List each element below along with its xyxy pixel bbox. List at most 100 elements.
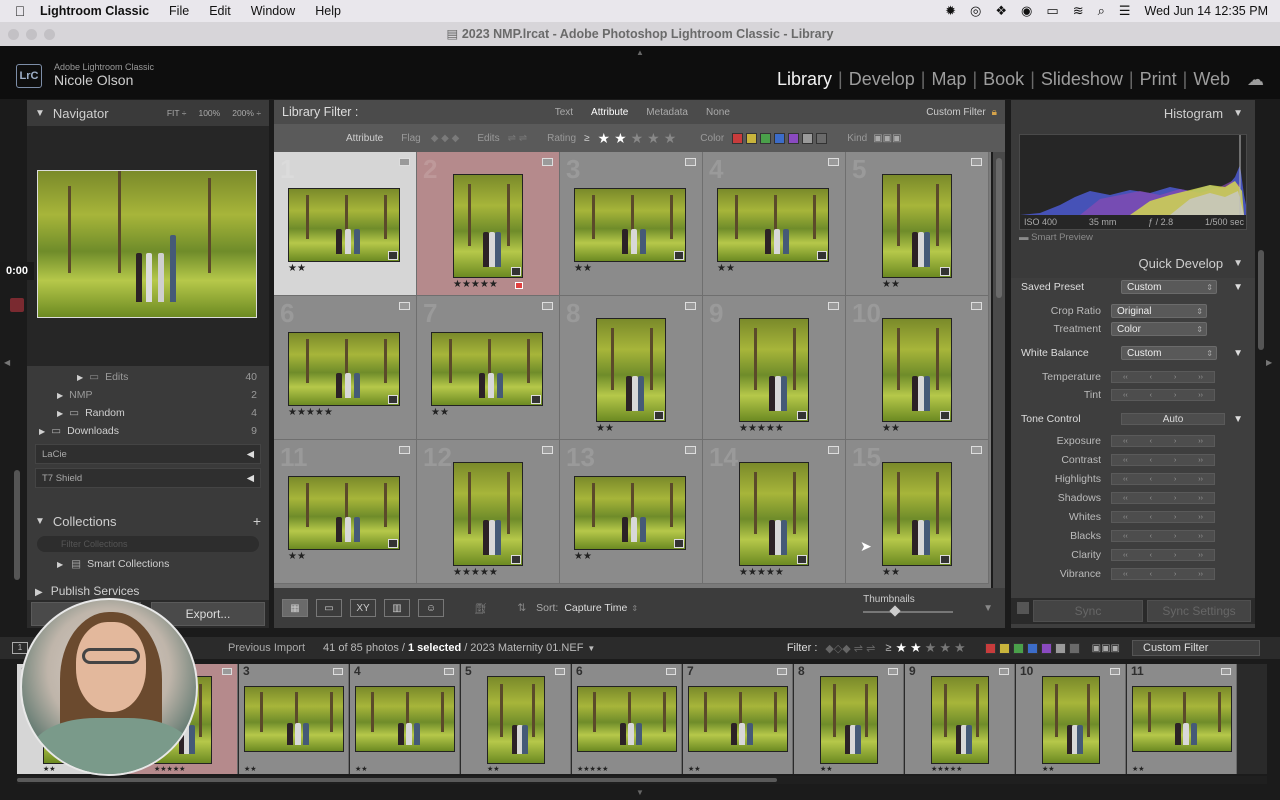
grid-cell[interactable]: 3 ★★: [560, 152, 703, 296]
close-window-button[interactable]: [8, 29, 19, 40]
filmstrip-filename[interactable]: / 2023 Maternity 01.NEF: [464, 642, 583, 654]
creative-cloud-icon[interactable]: ◎: [970, 3, 981, 19]
tone-adjust-buttons[interactable]: ‹‹ ‹ › ››: [1111, 549, 1215, 561]
star-rating[interactable]: ★★: [596, 423, 614, 434]
color-swatch[interactable]: [788, 132, 800, 144]
photo-thumbnail[interactable]: [453, 462, 523, 566]
quick-collection-icon[interactable]: [971, 446, 982, 454]
filter-tab-metadata[interactable]: Metadata: [646, 107, 688, 118]
quick-collection-icon[interactable]: [542, 446, 553, 454]
color-swatch[interactable]: [1012, 642, 1024, 654]
color-swatch[interactable]: [1054, 642, 1066, 654]
toolbar-menu-chevron-icon[interactable]: ▼: [983, 603, 993, 614]
star-rating[interactable]: ★★: [574, 263, 592, 274]
search-icon[interactable]: ⌕: [1098, 3, 1105, 19]
sync-button[interactable]: Sync: [1033, 600, 1143, 622]
quick-collection-icon[interactable]: [333, 668, 343, 675]
disclosure-triangle-icon[interactable]: ▼: [1233, 348, 1243, 359]
quick-collection-icon[interactable]: [828, 158, 839, 166]
filmstrip-star-rating[interactable]: ★★: [1132, 765, 1145, 773]
apple-icon[interactable]: : [0, 3, 40, 19]
folder-row[interactable]: ▶ ▭ Random 4: [27, 404, 269, 422]
collapse-left-icon[interactable]: ◀: [4, 358, 10, 367]
folder-row[interactable]: ▶ NMP 2: [27, 386, 269, 404]
battery-icon[interactable]: ▭: [1046, 3, 1058, 19]
quick-collection-icon[interactable]: [542, 302, 553, 310]
star-rating[interactable]: ★★: [717, 263, 735, 274]
quick-collection-icon[interactable]: [444, 668, 454, 675]
quick-collection-icon[interactable]: [1221, 668, 1231, 675]
lock-icon[interactable]: 🔒︎: [992, 107, 997, 118]
edits-filter-icon[interactable]: ⇌ ⇌: [508, 133, 528, 144]
people-view-icon[interactable]: ☺: [418, 599, 444, 617]
histogram-header[interactable]: Histogram ▼: [1011, 100, 1255, 126]
color-swatch[interactable]: [998, 642, 1010, 654]
filmstrip-scrollbar[interactable]: [17, 776, 1267, 784]
photo-thumbnail[interactable]: [931, 676, 989, 764]
brightness-icon[interactable]: ✹: [945, 3, 956, 19]
photo-thumbnail[interactable]: [882, 318, 952, 422]
edited-badge-icon[interactable]: [817, 251, 827, 260]
tone-adjust-buttons[interactable]: ‹‹ ‹ › ››: [1111, 530, 1215, 542]
collapse-triangle-icon[interactable]: ▼: [35, 108, 45, 119]
star-rating[interactable]: ★★★★★: [288, 407, 333, 418]
module-library[interactable]: Library: [777, 69, 832, 90]
edited-badge-icon[interactable]: [388, 251, 398, 260]
quick-collection-icon[interactable]: [555, 668, 565, 675]
folder-row[interactable]: ▶ ▭ Edits 40: [27, 368, 269, 386]
edited-badge-icon[interactable]: [674, 251, 684, 260]
edited-badge-icon[interactable]: [940, 411, 950, 420]
module-slideshow[interactable]: Slideshow: [1041, 69, 1123, 90]
collapse-triangle-icon[interactable]: ▼: [1233, 108, 1243, 119]
kind-filter-icon[interactable]: ▣▣▣: [873, 133, 901, 144]
quick-collection-icon[interactable]: [685, 446, 696, 454]
temperature-adjust-buttons[interactable]: ‹‹ ‹ › ››: [1111, 371, 1215, 383]
quick-collection-icon[interactable]: [222, 668, 232, 675]
filmstrip-cell[interactable]: 9 ★★★★★: [905, 664, 1015, 774]
module-web[interactable]: Web: [1193, 69, 1230, 90]
rating-stars[interactable]: ★★★★★: [598, 130, 681, 147]
record-stop-icon[interactable]: [10, 298, 24, 312]
star-rating[interactable]: ★★: [882, 279, 900, 290]
photo-thumbnail[interactable]: [487, 676, 545, 764]
disclosure-triangle-icon[interactable]: ▼: [1233, 414, 1243, 425]
edited-badge-icon[interactable]: [654, 411, 664, 420]
star-rating[interactable]: ★★: [288, 551, 306, 562]
filmstrip-rating-op[interactable]: ≥: [885, 642, 891, 654]
photo-thumbnail[interactable]: [717, 188, 829, 262]
filmstrip-star-rating[interactable]: ★★: [355, 765, 368, 773]
nav-200-option[interactable]: 200% ÷: [232, 108, 261, 118]
sort-direction-icon[interactable]: ⇅: [517, 602, 526, 614]
publish-services-header[interactable]: ▶ Publish Services: [35, 584, 261, 598]
photo-thumbnail[interactable]: [739, 318, 809, 422]
quick-collection-icon[interactable]: [828, 446, 839, 454]
filmstrip-source[interactable]: Previous Import: [228, 642, 305, 654]
filename-chevron-icon[interactable]: ▼: [587, 644, 595, 653]
filmstrip-color-swatches[interactable]: [984, 642, 1080, 654]
grid-cell[interactable]: 12 ★★★★★: [417, 440, 560, 584]
color-swatch[interactable]: [1040, 642, 1052, 654]
grid-cell[interactable]: 2 ★★★★★: [417, 152, 560, 296]
collapse-top-icon[interactable]: ▲: [636, 48, 644, 57]
edited-badge-icon[interactable]: [531, 395, 541, 404]
quick-collection-icon[interactable]: [777, 668, 787, 675]
edited-badge-icon[interactable]: [388, 539, 398, 548]
grid-cell[interactable]: 11 ★★: [274, 440, 417, 584]
smart-preview-status[interactable]: ▬ Smart Preview: [1019, 232, 1093, 243]
star-rating[interactable]: ★★★★★: [739, 567, 784, 578]
compare-view-icon[interactable]: XY: [350, 599, 376, 617]
color-swatch[interactable]: [1026, 642, 1038, 654]
filmstrip-cell[interactable]: 11 ★★: [1127, 664, 1237, 774]
grid-scrollbar[interactable]: [993, 152, 1005, 588]
menu-window[interactable]: Window: [251, 4, 295, 18]
filmstrip-star-rating[interactable]: ★★★★★: [931, 765, 962, 773]
edited-badge-icon[interactable]: [511, 267, 521, 276]
control-center-icon[interactable]: ☰: [1119, 3, 1131, 19]
minimize-window-button[interactable]: [26, 29, 37, 40]
filter-tab-attribute[interactable]: Attribute: [591, 107, 628, 118]
wifi-icon[interactable]: ≋: [1073, 3, 1084, 19]
quick-collection-icon[interactable]: [542, 158, 553, 166]
photo-thumbnail[interactable]: [882, 462, 952, 566]
menu-app[interactable]: Lightroom Classic: [40, 4, 149, 18]
star-rating[interactable]: ★★★★★: [453, 279, 498, 290]
